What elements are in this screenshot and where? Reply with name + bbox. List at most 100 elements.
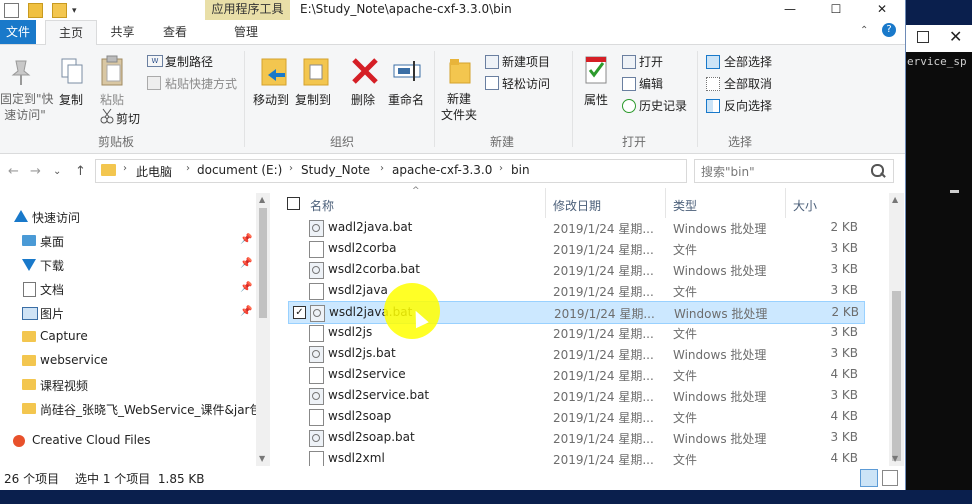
- properties-qa-icon[interactable]: [4, 3, 19, 18]
- file-row[interactable]: wsdl2soap.bat 2019/1/24 星期... Windows 批处理 3…: [288, 427, 863, 448]
- file-name: wsdl2service.bat: [328, 388, 430, 402]
- large-icons-view-icon[interactable]: [882, 470, 898, 486]
- document-icon: [23, 282, 36, 297]
- file-row[interactable]: ✓ wsdl2java.bat 2019/1/24 星期... Windows 批处理…: [288, 301, 865, 324]
- nav-creative-cloud[interactable]: Creative Cloud Files: [0, 430, 260, 452]
- address-bar[interactable]: › 此电脑 › document (E:) › Study_Note › apa…: [95, 159, 772, 183]
- breadcrumb-study-note[interactable]: Study_Note: [301, 163, 370, 177]
- breadcrumb-separator[interactable]: ›: [289, 163, 293, 174]
- pin-icon[interactable]: 📌: [240, 234, 252, 245]
- column-type[interactable]: 类型: [673, 197, 697, 214]
- collapse-ribbon-icon[interactable]: ⌃: [860, 25, 868, 36]
- breadcrumb-separator[interactable]: ›: [499, 163, 503, 174]
- file-row[interactable]: wsdl2corba 2019/1/24 星期... 文件 3 KB: [288, 238, 863, 259]
- file-row[interactable]: wsdl2java 2019/1/24 星期... 文件 3 KB: [288, 280, 863, 301]
- scroll-down-icon[interactable]: ▼: [259, 454, 265, 463]
- help-icon[interactable]: ?: [882, 23, 896, 37]
- file-row[interactable]: wsdl2js 2019/1/24 星期... 文件 3 KB: [288, 322, 863, 343]
- ribbon-separator: [572, 51, 573, 147]
- checkmark-qa-icon[interactable]: [28, 3, 43, 18]
- column-separator[interactable]: [665, 188, 666, 218]
- nav-desktop[interactable]: 桌面 📌: [0, 230, 260, 252]
- file-list-scroll-thumb[interactable]: [892, 291, 901, 461]
- tab-home[interactable]: 主页: [45, 20, 97, 46]
- ribbon-tabs: 文件 主页 共享 查看 管理 ⌃ ?: [0, 20, 905, 46]
- nav-courseware[interactable]: 尚硅谷_张晓飞_WebService_课件&jar包: [0, 398, 262, 420]
- nav-capture[interactable]: Capture: [0, 326, 260, 348]
- breadcrumb-this-pc[interactable]: 此电脑: [136, 163, 172, 180]
- forward-icon[interactable]: →: [30, 164, 41, 179]
- scissors-icon: [100, 108, 114, 124]
- file-date: 2019/1/24 星期...: [553, 264, 654, 278]
- new-folder-label: 新建 文件夹: [441, 92, 478, 122]
- select-all-checkbox[interactable]: [287, 197, 300, 210]
- breadcrumb-drive[interactable]: document (E:): [197, 163, 282, 177]
- console-titlebar[interactable]: ✕: [905, 25, 972, 52]
- gear-icon: [312, 350, 320, 358]
- nav-pictures[interactable]: 图片 📌: [0, 302, 260, 324]
- file-size: 3 KB: [830, 325, 858, 339]
- file-list-scrollbar[interactable]: ▲ ▼: [889, 193, 904, 466]
- tab-manage[interactable]: 管理: [215, 20, 277, 44]
- breadcrumb-separator[interactable]: ›: [186, 163, 190, 174]
- console-maximize-icon[interactable]: [917, 31, 929, 43]
- file-row[interactable]: wsdl2soap 2019/1/24 星期... 文件 4 KB: [288, 406, 863, 427]
- copy-to-label: 复制到: [295, 93, 332, 107]
- file-row[interactable]: wadl2java.bat 2019/1/24 星期... Windows 批处理 2…: [288, 217, 863, 238]
- new-folder-icon: [449, 59, 471, 84]
- breadcrumb-separator[interactable]: ›: [123, 163, 127, 174]
- qa-dropdown-icon[interactable]: ▾: [72, 6, 85, 19]
- scroll-up-icon[interactable]: ▲: [259, 195, 265, 204]
- maximize-button[interactable]: ☐: [813, 0, 859, 20]
- properties-icon: [585, 56, 607, 84]
- nav-item-label: 图片: [40, 307, 65, 321]
- nav-pane-scrollbar[interactable]: ▲ ▼: [256, 193, 270, 466]
- select-group-label: 选择: [728, 135, 753, 149]
- recent-locations-icon[interactable]: ⌄: [53, 166, 61, 177]
- tab-view[interactable]: 查看: [150, 20, 200, 44]
- up-icon[interactable]: ↑: [75, 164, 86, 179]
- nav-downloads[interactable]: 下载 📌: [0, 254, 260, 276]
- file-date: 2019/1/24 星期...: [553, 390, 654, 404]
- title-bar[interactable]: ▾ 应用程序工具 E:\Study_Note\apache-cxf-3.3.0\…: [0, 0, 905, 20]
- file-row[interactable]: wsdl2service 2019/1/24 星期... 文件 4 KB: [288, 364, 863, 385]
- pin-quick-access-label: 固定到"快 速访问": [0, 92, 54, 122]
- console-close-icon[interactable]: ✕: [949, 27, 962, 46]
- file-row[interactable]: wsdl2js.bat 2019/1/24 星期... Windows 批处理 3 K…: [288, 343, 863, 364]
- breadcrumb-bin[interactable]: bin: [511, 163, 530, 177]
- pin-icon[interactable]: 📌: [240, 306, 252, 317]
- column-date[interactable]: 修改日期: [553, 197, 601, 214]
- pin-icon[interactable]: 📌: [240, 282, 252, 293]
- nav-quick-access[interactable]: 快速访问: [0, 206, 260, 228]
- row-checkbox[interactable]: ✓: [293, 306, 306, 319]
- file-row[interactable]: wsdl2service.bat 2019/1/24 星期... Windows 批…: [288, 385, 863, 406]
- paste-shortcut-icon: [147, 76, 161, 90]
- scroll-down-icon[interactable]: ▼: [892, 454, 898, 463]
- nav-course-videos[interactable]: 课程视频: [0, 374, 260, 396]
- nav-webservice[interactable]: webservice: [0, 350, 260, 372]
- close-button[interactable]: ✕: [859, 0, 905, 20]
- file-row[interactable]: wsdl2corba.bat 2019/1/24 星期... Windows 批处理…: [288, 259, 863, 280]
- nav-documents[interactable]: 文档 📌: [0, 278, 260, 300]
- pin-icon[interactable]: 📌: [240, 258, 252, 269]
- search-box[interactable]: 搜索"bin": [694, 159, 894, 183]
- column-size[interactable]: 大小: [793, 197, 817, 214]
- nav-item-label: 尚硅谷_张晓飞_WebService_课件&jar包: [40, 403, 262, 417]
- folder-icon: [22, 403, 36, 414]
- file-size: 3 KB: [830, 346, 858, 360]
- copy-to-icon: [303, 58, 329, 86]
- folder-qa-icon[interactable]: [52, 3, 67, 18]
- nav-scroll-thumb[interactable]: [259, 208, 267, 318]
- column-name[interactable]: 名称: [310, 197, 334, 214]
- tab-file[interactable]: 文件: [0, 20, 36, 44]
- breadcrumb-apache-cxf[interactable]: apache-cxf-3.3.0: [392, 163, 492, 177]
- console-window[interactable]: ✕ ervice_sp: [905, 25, 972, 490]
- column-separator[interactable]: [545, 188, 546, 218]
- column-separator[interactable]: [785, 188, 786, 218]
- scroll-up-icon[interactable]: ▲: [892, 195, 898, 204]
- tab-share[interactable]: 共享: [100, 20, 145, 44]
- details-view-icon[interactable]: [860, 469, 878, 487]
- back-icon[interactable]: ←: [8, 164, 19, 179]
- minimize-button[interactable]: —: [767, 0, 813, 20]
- breadcrumb-separator[interactable]: ›: [380, 163, 384, 174]
